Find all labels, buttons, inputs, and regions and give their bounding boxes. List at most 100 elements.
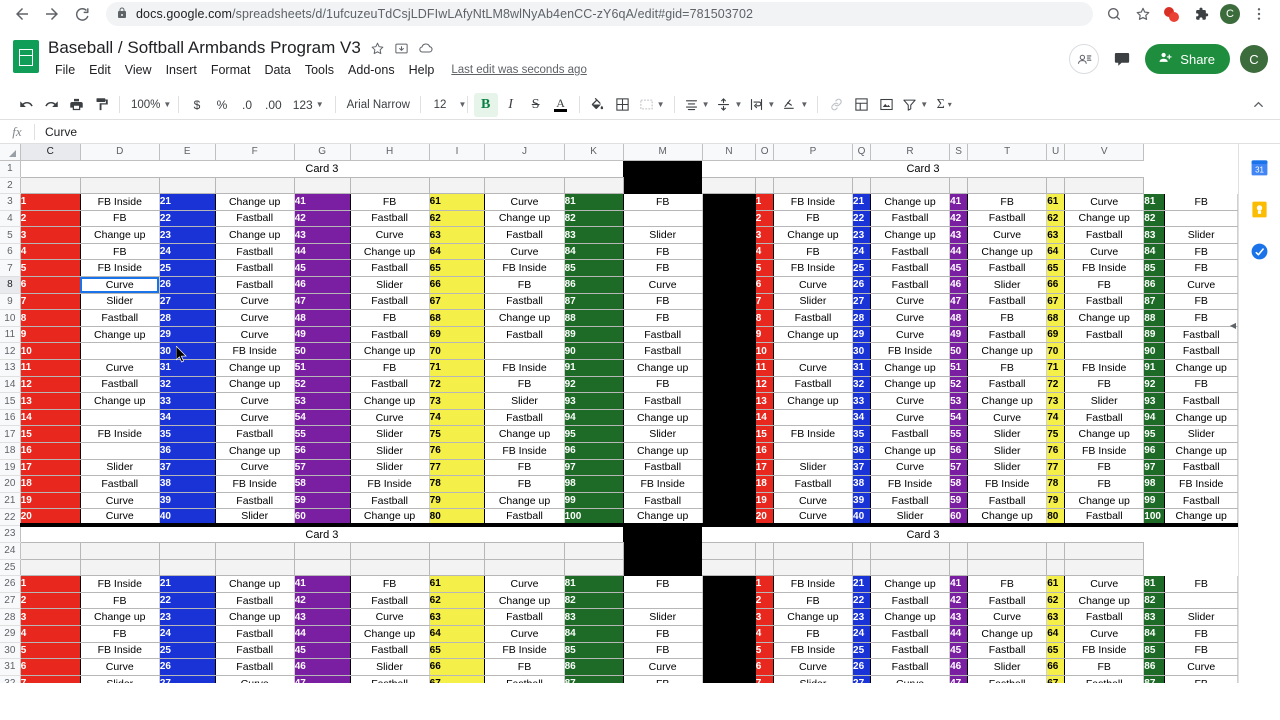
pitch-value-cell[interactable]: Curve <box>870 409 949 426</box>
pitch-number-cell[interactable]: 83 <box>1144 227 1165 244</box>
fill-color-icon[interactable] <box>586 93 610 117</box>
decrease-decimal-button[interactable]: .0 <box>235 93 259 117</box>
pitch-value-cell[interactable]: Curve <box>350 227 429 244</box>
column-header-I[interactable]: I <box>429 144 485 160</box>
pitch-number-cell[interactable]: 52 <box>950 376 968 393</box>
pitch-value-cell[interactable]: Slider <box>350 277 429 294</box>
pitch-value-cell[interactable]: Fastball <box>215 277 294 294</box>
pitch-number-cell[interactable]: 45 <box>950 642 968 659</box>
pitch-number-cell[interactable]: 85 <box>1144 642 1165 659</box>
pitch-value-cell[interactable] <box>80 343 159 360</box>
pitch-number-cell[interactable]: 27 <box>159 293 215 310</box>
pitch-number-cell[interactable]: 43 <box>294 609 350 626</box>
pitch-value-cell[interactable]: FB <box>80 210 159 227</box>
empty-cell[interactable] <box>159 177 215 194</box>
pitch-number-cell[interactable]: 92 <box>1144 376 1165 393</box>
pitch-number-cell[interactable]: 9 <box>20 326 80 343</box>
pitch-number-cell[interactable]: 86 <box>564 659 623 676</box>
pitch-value-cell[interactable]: Change up <box>215 443 294 460</box>
menu-edit[interactable]: Edit <box>82 61 118 79</box>
pitch-number-cell[interactable]: 53 <box>294 393 350 410</box>
pitch-number-cell[interactable]: 65 <box>429 260 485 277</box>
pitch-number-cell[interactable]: 67 <box>429 293 485 310</box>
pitch-value-cell[interactable]: Change up <box>870 227 949 244</box>
pitch-number-cell[interactable]: 46 <box>950 277 968 294</box>
pitch-value-cell[interactable]: FB <box>968 194 1047 211</box>
pitch-number-cell[interactable]: 41 <box>950 194 968 211</box>
pitch-value-cell[interactable]: FB <box>1165 642 1238 659</box>
forward-arrow-icon[interactable] <box>38 0 66 28</box>
pitch-number-cell[interactable]: 17 <box>20 459 80 476</box>
pitch-number-cell[interactable]: 76 <box>1047 443 1065 460</box>
pitch-value-cell[interactable]: Fastball <box>870 625 949 642</box>
pitch-number-cell[interactable]: 73 <box>429 393 485 410</box>
empty-cell[interactable] <box>1047 559 1065 576</box>
empty-cell[interactable] <box>429 559 485 576</box>
pitch-value-cell[interactable]: Change up <box>773 609 852 626</box>
pitch-number-cell[interactable]: 78 <box>429 476 485 493</box>
pitch-number-cell[interactable]: 26 <box>853 659 871 676</box>
pitch-number-cell[interactable]: 24 <box>159 625 215 642</box>
pitch-number-cell[interactable]: 31 <box>853 360 871 377</box>
pitch-value-cell[interactable]: FB Inside <box>1065 443 1144 460</box>
pitch-number-cell[interactable]: 12 <box>20 376 80 393</box>
pitch-number-cell[interactable]: 27 <box>853 675 871 683</box>
pitch-value-cell[interactable]: Fastball <box>870 277 949 294</box>
pitch-number-cell[interactable]: 64 <box>1047 243 1065 260</box>
pitch-number-cell[interactable]: 12 <box>756 376 774 393</box>
pitch-number-cell[interactable]: 92 <box>564 376 623 393</box>
pitch-number-cell[interactable]: 47 <box>294 675 350 683</box>
pitch-number-cell[interactable]: 40 <box>853 509 871 526</box>
pitch-value-cell[interactable]: Fastball <box>485 609 564 626</box>
three-dot-menu-icon[interactable] <box>1246 1 1272 27</box>
pitch-value-cell[interactable]: Curve <box>1165 659 1238 676</box>
pitch-number-cell[interactable]: 54 <box>950 409 968 426</box>
pitch-value-cell[interactable]: FB <box>773 625 852 642</box>
pitch-number-cell[interactable]: 64 <box>1047 625 1065 642</box>
empty-cell[interactable] <box>1065 542 1144 559</box>
empty-cell[interactable] <box>294 177 350 194</box>
pitch-number-cell[interactable]: 89 <box>564 326 623 343</box>
pitch-number-cell[interactable]: 66 <box>429 277 485 294</box>
pitch-number-cell[interactable]: 87 <box>1144 293 1165 310</box>
pitch-value-cell[interactable]: Slider <box>80 675 159 683</box>
pitch-value-cell[interactable]: FB <box>350 194 429 211</box>
pitch-number-cell[interactable]: 31 <box>159 360 215 377</box>
google-tasks-icon[interactable] <box>1249 240 1271 262</box>
pitch-number-cell[interactable]: 48 <box>950 310 968 327</box>
menu-format[interactable]: Format <box>204 61 258 79</box>
pitch-value-cell[interactable]: Slider <box>623 609 702 626</box>
empty-cell[interactable] <box>756 542 774 559</box>
pitch-number-cell[interactable]: 71 <box>429 360 485 377</box>
pitch-value-cell[interactable]: Change up <box>1065 492 1144 509</box>
google-calendar-icon[interactable]: 31 <box>1249 156 1271 178</box>
pitch-value-cell[interactable]: FB <box>80 592 159 609</box>
pitch-number-cell[interactable]: 61 <box>1047 194 1065 211</box>
pitch-number-cell[interactable]: 6 <box>20 659 80 676</box>
pitch-number-cell[interactable]: 21 <box>159 194 215 211</box>
row-header-11[interactable]: 11 <box>0 326 20 343</box>
pitch-number-cell[interactable]: 34 <box>853 409 871 426</box>
pitch-number-cell[interactable]: 89 <box>1144 326 1165 343</box>
pitch-number-cell[interactable]: 58 <box>950 476 968 493</box>
row-header-1[interactable]: 1 <box>0 160 20 177</box>
font-size-selector[interactable]: 12▼ <box>427 93 461 117</box>
pitch-value-cell[interactable]: Fastball <box>968 376 1047 393</box>
pitch-value-cell[interactable]: Fastball <box>350 326 429 343</box>
pitch-number-cell[interactable]: 77 <box>429 459 485 476</box>
row-header-15[interactable]: 15 <box>0 393 20 410</box>
pitch-number-cell[interactable]: 11 <box>20 360 80 377</box>
pitch-value-cell[interactable]: Fastball <box>485 409 564 426</box>
menu-view[interactable]: View <box>118 61 159 79</box>
pitch-value-cell[interactable]: Change up <box>215 376 294 393</box>
pitch-value-cell[interactable]: FB <box>485 659 564 676</box>
pitch-value-cell[interactable]: FB Inside <box>773 642 852 659</box>
pitch-value-cell[interactable]: Fastball <box>968 293 1047 310</box>
pitch-number-cell[interactable]: 37 <box>159 459 215 476</box>
pitch-value-cell[interactable]: Slider <box>968 459 1047 476</box>
pitch-number-cell[interactable]: 85 <box>1144 260 1165 277</box>
empty-cell[interactable] <box>350 177 429 194</box>
pitch-value-cell[interactable]: Fastball <box>215 243 294 260</box>
column-header-U[interactable]: U <box>1047 144 1065 160</box>
empty-cell[interactable] <box>215 559 294 576</box>
